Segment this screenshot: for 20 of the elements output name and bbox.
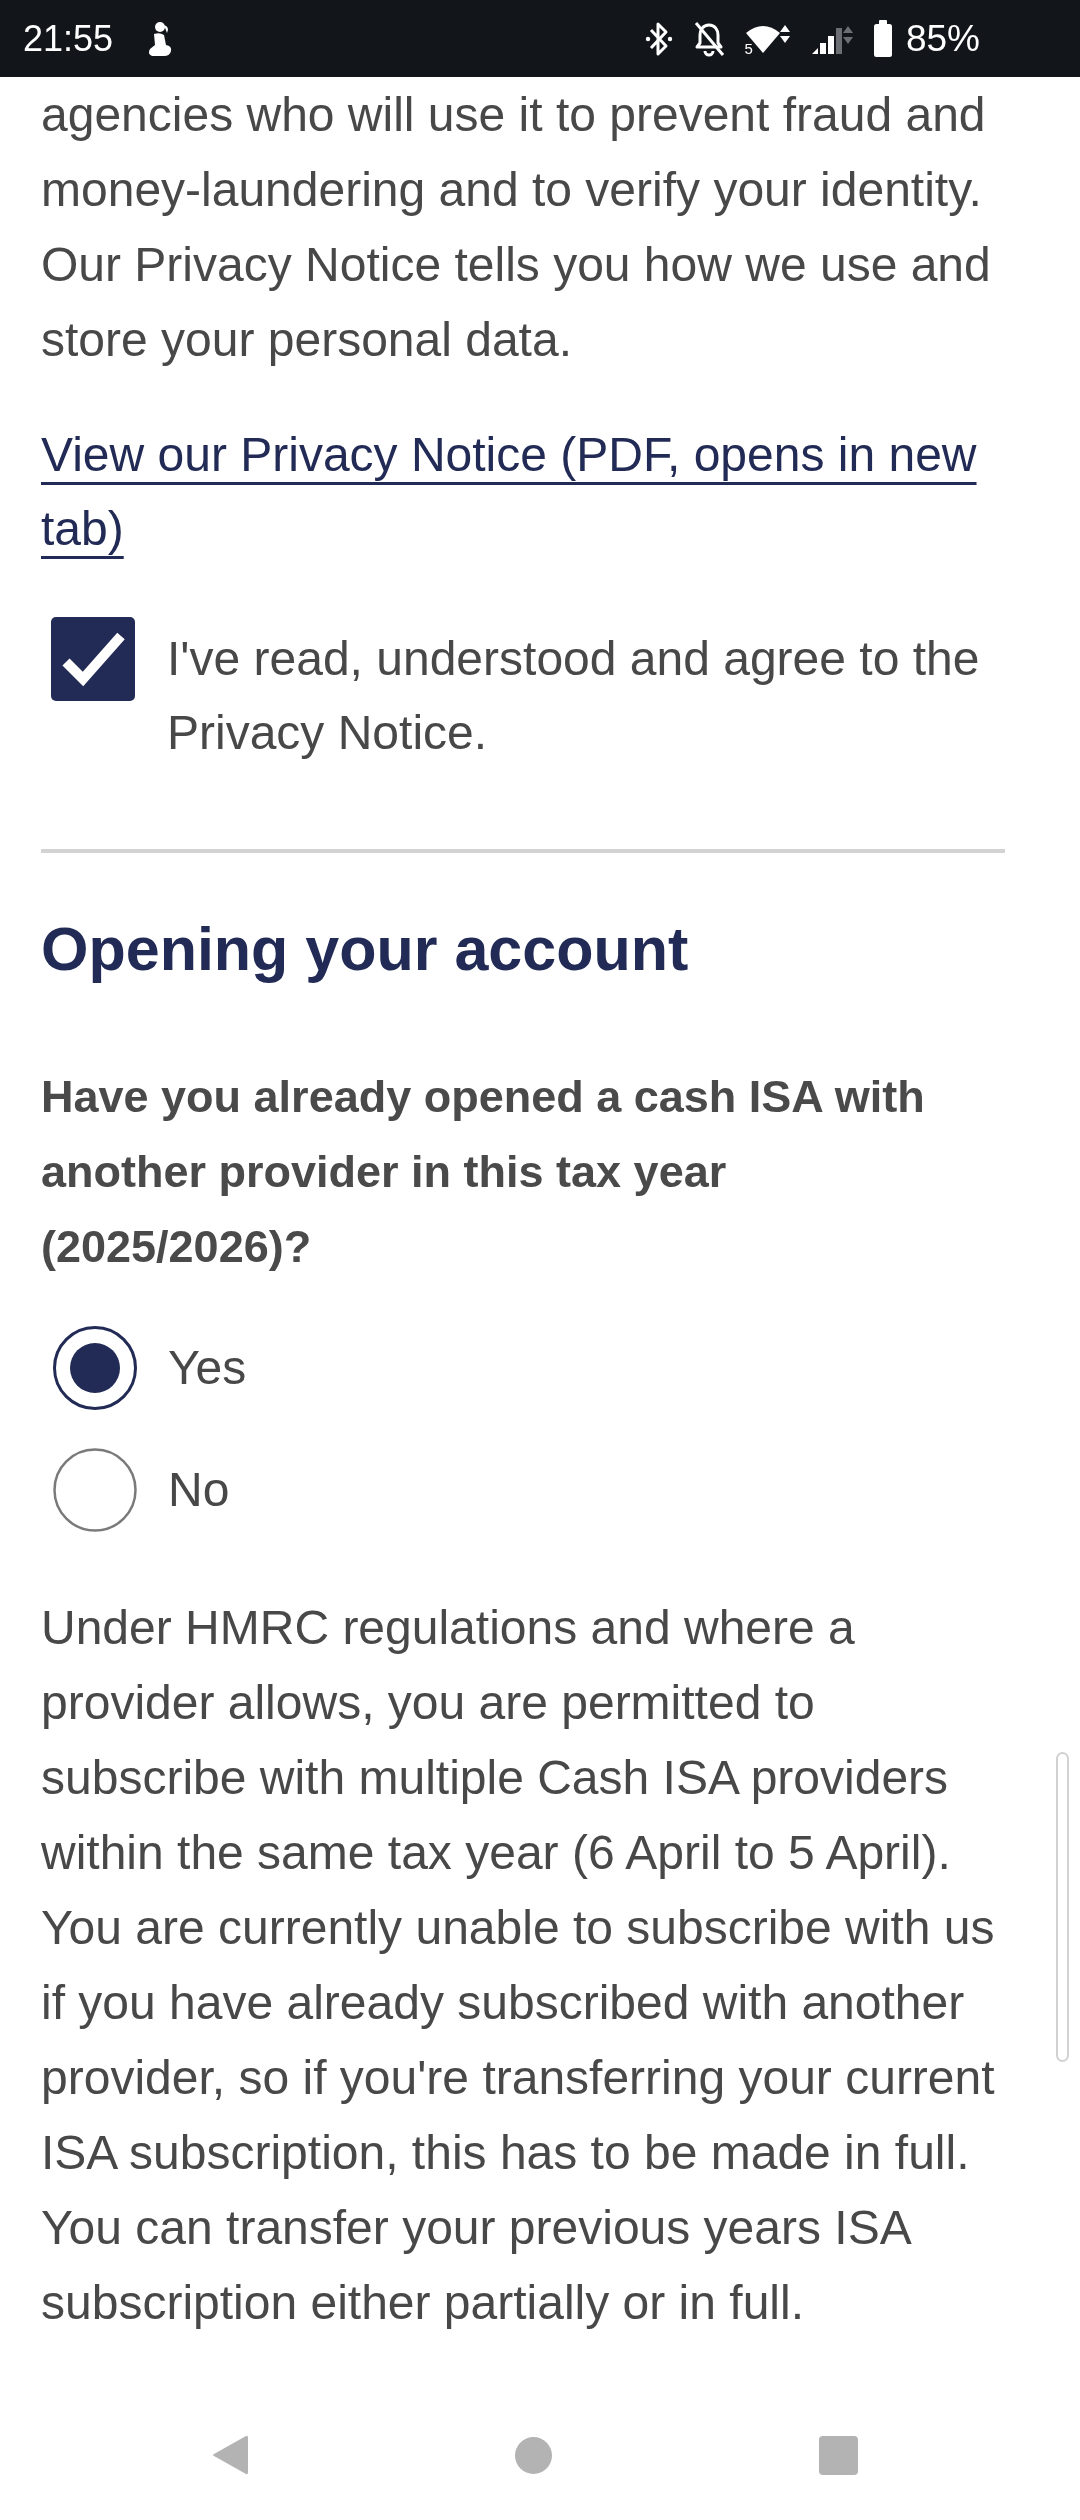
status-time: 21:55 bbox=[23, 18, 114, 59]
option-label[interactable]: No bbox=[168, 1460, 230, 1520]
radio-button[interactable] bbox=[53, 1448, 137, 1532]
wifi-band-label: 5 bbox=[744, 40, 753, 56]
person-icon bbox=[147, 20, 174, 57]
battery-percentage: 85% bbox=[905, 18, 980, 59]
checkbox[interactable] bbox=[51, 617, 135, 701]
back-icon[interactable] bbox=[212, 2434, 248, 2476]
home-icon[interactable] bbox=[515, 2436, 552, 2474]
privacy-notice-link[interactable]: View our Privacy Notice (PDF, opens in new tab) bbox=[41, 418, 1013, 566]
battery-icon bbox=[872, 19, 893, 58]
question-text: Have you already opened a cash ISA with another provider in this tax year (2025/2026)? bbox=[41, 1070, 926, 1274]
recents-icon[interactable] bbox=[819, 2435, 858, 2475]
consent-label[interactable]: I've read, understood and agree to the Privacy Notice. bbox=[167, 622, 1007, 770]
info-paragraph: Under HMRC regulations and where a provider allows, you are permitted to subscribe with multiple Cash ISA providers within the same tax year (6 April to 5 April). You are currently unable to subscribe with us if you have already subscribed with another provider, so if you're transferring your current ISA subscription, this has to be made in full. You can transfer your previous years ISA subscription either partially or in full. bbox=[41, 1600, 996, 2331]
privacy-paragraph: agencies who will use it to prevent fraud and money-laundering and to verify your identity. Our Privacy Notice tells you how we use and store your personal data. bbox=[41, 87, 992, 368]
radio-button[interactable] bbox=[53, 1326, 137, 1410]
scrollbar[interactable] bbox=[1056, 1752, 1069, 2062]
section-heading: Opening your account bbox=[41, 914, 689, 985]
option-label[interactable]: Yes bbox=[168, 1338, 247, 1398]
